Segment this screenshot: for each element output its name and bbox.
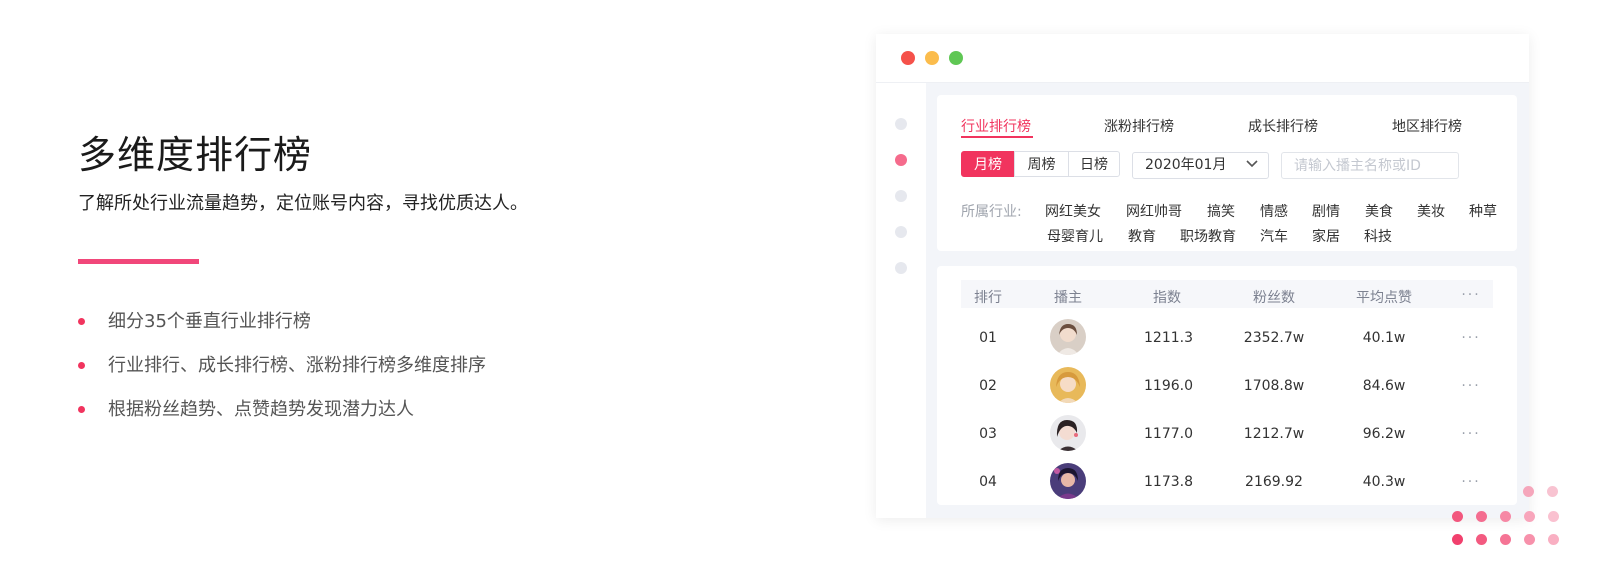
rail-nav-dot-3[interactable]	[895, 190, 907, 202]
active-tab-underline	[961, 136, 1033, 138]
industry-chip[interactable]: 母婴育儿	[1047, 226, 1103, 246]
industry-chip[interactable]: 美食	[1365, 201, 1393, 221]
row-more-icon[interactable]: ···	[1455, 330, 1487, 346]
chevron-down-icon	[1246, 160, 1258, 168]
avg-likes-cell: 40.1w	[1362, 330, 1406, 346]
industry-chip[interactable]: 美妆	[1417, 201, 1445, 221]
industry-chip[interactable]: 搞笑	[1207, 201, 1235, 221]
industry-chip[interactable]: 网红美女	[1045, 201, 1101, 221]
industry-chip[interactable]: 汽车	[1260, 226, 1288, 246]
app-window: 行业排行榜 涨粉排行榜 成长排行榜 地区排行榜 月榜 周榜 日榜 2020年01…	[876, 34, 1529, 518]
row-more-icon[interactable]: ···	[1455, 378, 1487, 394]
rail-nav-dot-1[interactable]	[895, 118, 907, 130]
window-body: 行业排行榜 涨粉排行榜 成长排行榜 地区排行榜 月榜 周榜 日榜 2020年01…	[876, 83, 1529, 518]
ranking-table: 排行 播主 指数 粉丝数 平均点赞 ··· 01 1211.3 2352.7w …	[937, 266, 1517, 505]
fans-cell: 2169.92	[1245, 474, 1303, 490]
table-row[interactable]: 01 1211.3 2352.7w 40.1w ···	[961, 314, 1493, 362]
tab-follower-growth-ranking[interactable]: 涨粉排行榜	[1104, 116, 1174, 136]
feature-title: 多维度排行榜	[78, 133, 313, 177]
column-header-rank: 排行	[974, 290, 1002, 306]
window-titlebar	[876, 34, 1529, 83]
rank-cell: 01	[979, 330, 997, 346]
industry-chip[interactable]: 网红帅哥	[1126, 201, 1182, 221]
industry-chip[interactable]: 情感	[1260, 201, 1288, 221]
period-week-button[interactable]: 周榜	[1014, 151, 1069, 177]
minimize-window-icon[interactable]	[925, 51, 939, 65]
feature-bullet-text: 行业排行、成长排行榜、涨粉排行榜多维度排序	[108, 355, 486, 376]
column-header-index: 指数	[1153, 290, 1181, 306]
rank-cell: 04	[979, 474, 997, 490]
rail-nav-dot-4[interactable]	[895, 226, 907, 238]
column-header-fans: 粉丝数	[1253, 290, 1295, 306]
tab-region-ranking[interactable]: 地区排行榜	[1392, 116, 1462, 136]
month-select[interactable]: 2020年01月	[1132, 152, 1269, 179]
index-cell: 1173.8	[1144, 474, 1193, 490]
rail-nav-dot-5[interactable]	[895, 262, 907, 274]
industry-chip[interactable]: 职场教育	[1180, 226, 1236, 246]
month-select-value: 2020年01月	[1145, 157, 1227, 173]
industry-chip[interactable]: 剧情	[1312, 201, 1340, 221]
industry-label: 所属行业:	[961, 204, 1022, 220]
feature-bullet-list: 细分35个垂直行业排行榜 行业排行、成长排行榜、涨粉排行榜多维度排序 根据粉丝趋…	[78, 308, 486, 440]
fans-cell: 1708.8w	[1243, 378, 1305, 394]
column-header-anchor: 播主	[1054, 290, 1082, 306]
feature-bullet: 细分35个垂直行业排行榜	[78, 308, 486, 352]
filter-panel: 行业排行榜 涨粉排行榜 成长排行榜 地区排行榜 月榜 周榜 日榜 2020年01…	[937, 95, 1517, 251]
avg-likes-cell: 96.2w	[1362, 426, 1406, 442]
feature-bullet: 根据粉丝趋势、点赞趋势发现潜力达人	[78, 396, 486, 440]
period-day-button[interactable]: 日榜	[1068, 151, 1120, 177]
tab-industry-ranking[interactable]: 行业排行榜	[961, 116, 1031, 136]
avatar[interactable]	[1050, 319, 1086, 355]
feature-bullet-text: 细分35个垂直行业排行榜	[108, 311, 311, 332]
table-row[interactable]: 04 1173.8 2169.92 40.3w ···	[961, 458, 1493, 506]
side-rail	[876, 83, 926, 518]
rank-cell: 02	[979, 378, 997, 394]
table-row[interactable]: 02 1196.0 1708.8w 84.6w ···	[961, 362, 1493, 410]
column-header-avg-likes: 平均点赞	[1356, 290, 1412, 306]
avg-likes-cell: 84.6w	[1362, 378, 1406, 394]
anchor-search-input[interactable]	[1281, 152, 1459, 179]
index-cell: 1211.3	[1144, 330, 1193, 346]
avatar[interactable]	[1050, 463, 1086, 499]
industry-chip[interactable]: 教育	[1128, 226, 1156, 246]
rank-cell: 03	[979, 426, 997, 442]
table-header: 排行 播主 指数 粉丝数 平均点赞 ···	[961, 280, 1493, 308]
avatar[interactable]	[1050, 367, 1086, 403]
index-cell: 1196.0	[1144, 378, 1193, 394]
fans-cell: 2352.7w	[1243, 330, 1305, 346]
feature-bullet: 行业排行、成长排行榜、涨粉排行榜多维度排序	[78, 352, 486, 396]
accent-divider	[78, 259, 199, 264]
more-columns-icon[interactable]: ···	[1455, 287, 1487, 303]
industry-chip[interactable]: 家居	[1312, 226, 1340, 246]
decorative-dot-pattern	[1440, 480, 1621, 576]
bullet-dot-icon	[78, 362, 85, 369]
avatar[interactable]	[1050, 415, 1086, 451]
industry-chip[interactable]: 种草	[1469, 201, 1497, 221]
close-window-icon[interactable]	[901, 51, 915, 65]
bullet-dot-icon	[78, 318, 85, 325]
period-month-button[interactable]: 月榜	[961, 151, 1015, 177]
industry-chip[interactable]: 科技	[1364, 226, 1392, 246]
index-cell: 1177.0	[1144, 426, 1193, 442]
feature-bullet-text: 根据粉丝趋势、点赞趋势发现潜力达人	[108, 399, 414, 420]
row-more-icon[interactable]: ···	[1455, 426, 1487, 442]
fans-cell: 1212.7w	[1243, 426, 1305, 442]
bullet-dot-icon	[78, 406, 85, 413]
maximize-window-icon[interactable]	[949, 51, 963, 65]
table-row[interactable]: 03 1177.0 1212.7w 96.2w ···	[961, 410, 1493, 458]
rail-nav-dot-2[interactable]	[895, 154, 907, 166]
feature-subtitle: 了解所处行业流量趋势，定位账号内容，寻找优质达人。	[78, 193, 528, 214]
tab-growth-ranking[interactable]: 成长排行榜	[1248, 116, 1318, 136]
avg-likes-cell: 40.3w	[1362, 474, 1406, 490]
